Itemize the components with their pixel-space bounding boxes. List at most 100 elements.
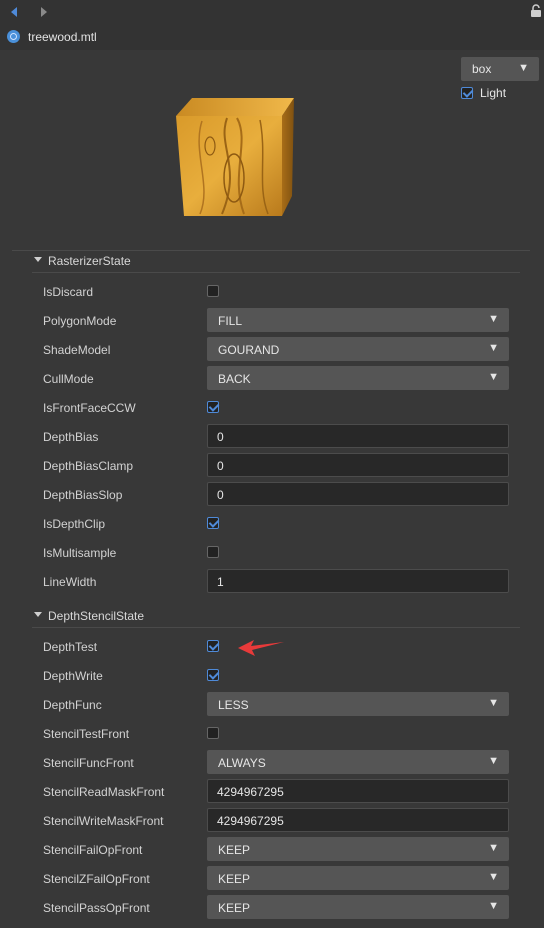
material-file-icon (7, 30, 20, 43)
section-title: RasterizerState (48, 254, 131, 268)
select-value: FILL (218, 314, 243, 328)
property-row-cull-mode: CullMode BACK ▼ (32, 364, 522, 393)
wooden-box-preview (176, 98, 294, 216)
collapse-triangle-icon (34, 257, 42, 262)
property-row-is-depth-clip: IsDepthClip (32, 509, 522, 538)
property-label: DepthFunc (43, 698, 102, 712)
stencil-func-front-select[interactable]: ALWAYS ▼ (207, 750, 509, 774)
back-arrow-icon[interactable] (8, 5, 20, 19)
property-row-is-front-face-ccw: IsFrontFaceCCW (32, 393, 522, 422)
is-depth-clip-checkbox[interactable] (207, 517, 219, 529)
property-label: IsDepthClip (43, 517, 106, 531)
chevron-down-icon: ▼ (488, 342, 499, 354)
input-value: 0 (217, 459, 224, 473)
property-label: DepthBiasClamp (43, 459, 134, 473)
property-label: StencilFuncFront (43, 756, 134, 770)
line-width-input[interactable]: 1 (207, 569, 509, 593)
collapse-triangle-icon (34, 612, 42, 617)
stencil-test-front-checkbox[interactable] (207, 727, 219, 739)
property-label: StencilWriteMaskFront (43, 814, 164, 828)
property-row-depth-bias-clamp: DepthBiasClamp 0 (32, 451, 522, 480)
chevron-down-icon: ▼ (518, 62, 529, 74)
property-label: StencilReadMaskFront (43, 785, 165, 799)
file-title: treewood.mtl (28, 30, 97, 44)
property-row-stencil-write-mask-front: StencilWriteMaskFront 4294967295 (32, 806, 522, 835)
input-value: 4294967295 (217, 814, 284, 828)
chevron-down-icon: ▼ (488, 697, 499, 709)
lock-icon[interactable] (530, 4, 542, 18)
depth-bias-slop-input[interactable]: 0 (207, 482, 509, 506)
property-label: IsMultisample (43, 546, 117, 560)
chevron-down-icon: ▼ (488, 755, 499, 767)
shade-model-select[interactable]: GOURAND ▼ (207, 337, 509, 361)
section-title: DepthStencilState (48, 609, 145, 623)
polygon-mode-select[interactable]: FILL ▼ (207, 308, 509, 332)
property-label: StencilTestFront (43, 727, 130, 741)
property-row-stencil-pass-op-front: StencilPassOpFront KEEP ▼ (32, 893, 522, 922)
property-label: PolygonMode (43, 314, 117, 328)
annotation-arrow-icon (238, 640, 284, 656)
stencil-fail-op-front-select[interactable]: KEEP ▼ (207, 837, 509, 861)
section-depth-stencil-state[interactable]: DepthStencilState (32, 605, 520, 628)
select-value: KEEP (218, 872, 251, 886)
select-value: KEEP (218, 843, 251, 857)
property-row-stencil-test-front: StencilTestFront (32, 719, 522, 748)
property-row-is-discard: IsDiscard (32, 277, 522, 306)
preview-model-value: box (472, 62, 492, 76)
stencil-pass-op-front-select[interactable]: KEEP ▼ (207, 895, 509, 919)
property-label: StencilZFailOpFront (43, 872, 150, 886)
property-label: ShadeModel (43, 343, 111, 357)
property-label: DepthBiasSlop (43, 488, 123, 502)
forward-arrow-icon[interactable] (38, 5, 50, 19)
select-value: GOURAND (218, 343, 280, 357)
section-rasterizer-state[interactable]: RasterizerState (32, 250, 520, 273)
preview-model-select[interactable]: box ▼ (461, 57, 539, 81)
input-value: 4294967295 (217, 785, 284, 799)
chevron-down-icon: ▼ (488, 871, 499, 883)
property-row-line-width: LineWidth 1 (32, 567, 522, 596)
stencil-write-mask-front-input[interactable]: 4294967295 (207, 808, 509, 832)
property-row-stencil-zfail-op-front: StencilZFailOpFront KEEP ▼ (32, 864, 522, 893)
cull-mode-select[interactable]: BACK ▼ (207, 366, 509, 390)
depth-func-select[interactable]: LESS ▼ (207, 692, 509, 716)
property-row-stencil-func-front: StencilFuncFront ALWAYS ▼ (32, 748, 522, 777)
chevron-down-icon: ▼ (488, 842, 499, 854)
input-value: 1 (217, 575, 224, 589)
chevron-down-icon: ▼ (488, 313, 499, 325)
is-multisample-checkbox[interactable] (207, 546, 219, 558)
select-value: ALWAYS (218, 756, 266, 770)
depth-bias-input[interactable]: 0 (207, 424, 509, 448)
light-checkbox[interactable] (461, 87, 473, 99)
property-label: IsFrontFaceCCW (43, 401, 136, 415)
property-label: LineWidth (43, 575, 97, 589)
depth-test-checkbox[interactable] (207, 640, 219, 652)
select-value: BACK (218, 372, 251, 386)
chevron-down-icon: ▼ (488, 900, 499, 912)
select-value: LESS (218, 698, 249, 712)
is-discard-checkbox[interactable] (207, 285, 219, 297)
property-label: CullMode (43, 372, 94, 386)
property-row-polygon-mode: PolygonMode FILL ▼ (32, 306, 522, 335)
property-row-is-multisample: IsMultisample (32, 538, 522, 567)
input-value: 0 (217, 488, 224, 502)
property-row-stencil-read-mask-front: StencilReadMaskFront 4294967295 (32, 777, 522, 806)
property-label: DepthBias (43, 430, 99, 444)
is-front-face-ccw-checkbox[interactable] (207, 401, 219, 413)
depth-bias-clamp-input[interactable]: 0 (207, 453, 509, 477)
chevron-down-icon: ▼ (488, 371, 499, 383)
navigation-bar (0, 0, 544, 24)
light-label: Light (480, 86, 507, 100)
property-label: DepthWrite (43, 669, 103, 683)
stencil-zfail-op-front-select[interactable]: KEEP ▼ (207, 866, 509, 890)
input-value: 0 (217, 430, 224, 444)
property-label: DepthTest (43, 640, 98, 654)
property-row-shade-model: ShadeModel GOURAND ▼ (32, 335, 522, 364)
stencil-read-mask-front-input[interactable]: 4294967295 (207, 779, 509, 803)
property-row-depth-write: DepthWrite (32, 661, 522, 690)
select-value: KEEP (218, 901, 251, 915)
property-label: StencilFailOpFront (43, 843, 143, 857)
property-label: StencilPassOpFront (43, 901, 150, 915)
property-row-depth-bias: DepthBias 0 (32, 422, 522, 451)
depth-write-checkbox[interactable] (207, 669, 219, 681)
property-row-depth-func: DepthFunc LESS ▼ (32, 690, 522, 719)
